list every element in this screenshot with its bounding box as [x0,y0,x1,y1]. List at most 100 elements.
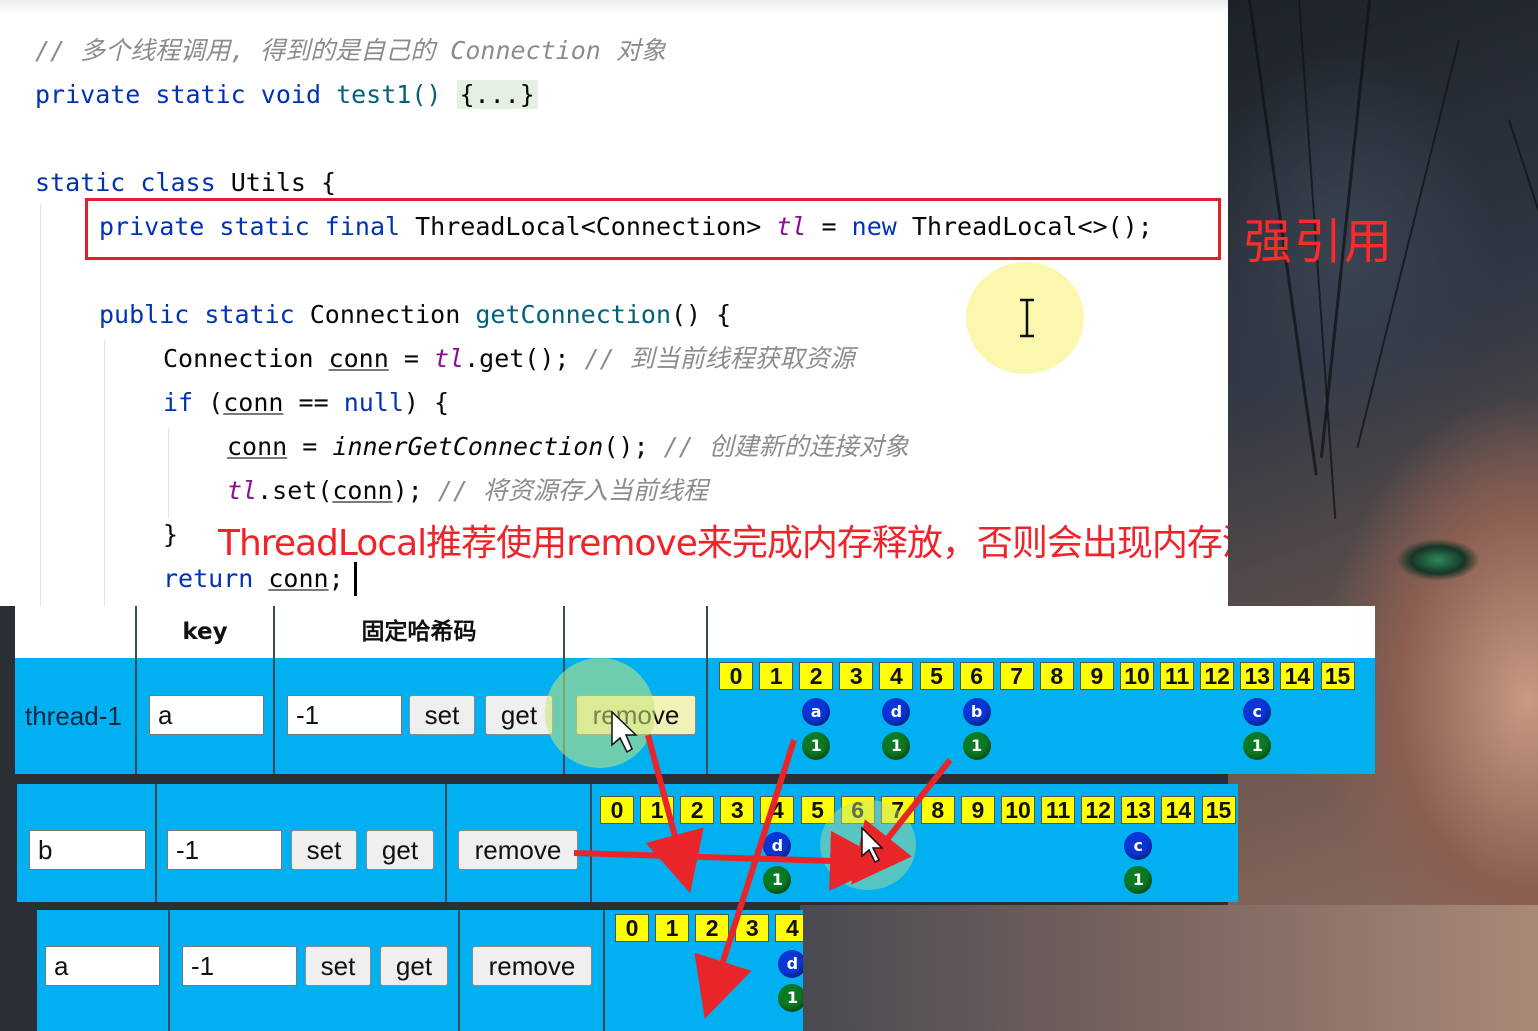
keyword: void [260,80,322,109]
code-line-test1: private static void test1() {...} [35,80,538,110]
hash-slot: 1 [640,796,675,824]
hash-slot: 15 [1201,796,1236,824]
entry-value-marker: 1 [962,732,991,760]
set-button[interactable]: set [305,946,371,986]
text-caret [354,562,357,596]
key-input[interactable]: b [29,830,146,870]
hash-slot: 14 [1161,796,1196,824]
hash-slot: 7 [999,662,1034,690]
hash-slot: 3 [735,914,770,942]
header-thread [15,606,137,658]
class-name: Utils { [230,168,337,197]
get-button[interactable]: get [380,946,448,986]
code-call: .set( [257,476,333,505]
get-button[interactable]: get [366,830,434,870]
code-line-return: return conn; [163,564,344,594]
keyword: public [99,300,190,329]
remove-button[interactable]: remove [472,946,592,986]
hash-slot: 12 [1200,662,1235,690]
code-punctuation: () { [671,300,732,329]
variable: conn [332,476,393,505]
field-name: tl [433,344,465,373]
code-punctuation: (); [603,432,649,461]
code-line-conn-get: Connection conn = tl.get(); // 到当前线程获取资源 [163,344,855,374]
comment-text: // 多个线程调用, 得到的是自己的 Connection 对象 [35,36,666,65]
hash-slot: 13 [1121,796,1156,824]
set-button[interactable]: set [409,695,475,735]
keyword: private [35,80,141,109]
thread-cell: thread-1 [15,658,137,774]
hash-slot: 9 [960,796,995,824]
key-input[interactable]: a [149,695,264,735]
hash-slot: 2 [695,914,730,942]
click-highlight [545,658,655,768]
editor-top-shade [0,0,1228,14]
code-punctuation: ) { [403,388,450,417]
entry-key-marker: c [1243,698,1272,726]
code-line-inner-get: conn = innerGetConnection(); // 创建新的连接对象 [227,432,909,462]
hash-slot: 10 [1120,662,1154,690]
code-line-comment: // 多个线程调用, 得到的是自己的 Connection 对象 [35,36,666,66]
entry-value-marker: 1 [1243,732,1272,760]
keyword: static [204,300,295,329]
hash-slot: 14 [1280,662,1315,690]
operator: = [302,432,318,461]
comment-text: // 到当前线程获取资源 [584,344,855,373]
keyword: static [155,80,246,109]
hash-slot: 8 [1039,662,1074,690]
hash-slot: 2 [799,662,834,690]
background-artwork [1228,0,1538,1031]
entry-value-marker: 1 [802,732,831,760]
hash-slot: 2 [680,796,715,824]
hash-slot: 11 [1041,796,1076,824]
indent-guide [40,204,41,606]
ibeam-cursor-icon [1020,298,1034,338]
thread-label: thread-1 [25,701,122,731]
hash-slot: 8 [920,796,955,824]
hash-slot: 4 [775,914,803,942]
hash-slot: 15 [1320,662,1355,690]
hash-slot: 6 [959,662,994,690]
hash-slot: 11 [1160,662,1195,690]
key-input[interactable]: a [45,946,160,986]
code-punctuation: ( [208,388,224,417]
demo-row-2: b -1 set get remove 0 1 2 3 4 5 6 7 8 9 10 11 12 13 14… [17,784,1238,902]
header-key: key [137,606,275,658]
keyword: return [163,564,254,593]
hash-slot: 1 [655,914,690,942]
code-call: .get(); [464,344,570,373]
variable: conn [268,564,329,593]
set-button[interactable]: set [291,830,357,870]
highlight-box [85,198,1221,260]
hash-slot: 13 [1240,662,1275,690]
entry-key-marker: c [1124,832,1153,860]
get-button[interactable]: get [485,695,553,735]
operator: = [403,344,419,373]
variable: conn [328,344,389,373]
remove-button[interactable]: remove [458,830,578,870]
hash-slot: 0 [615,914,649,942]
code-line-class: static class Utils { [35,168,336,198]
type-name: Connection [163,344,314,373]
demo-row-thread-1: thread-1 a -1 set get remove 01234567891… [15,658,1375,774]
hash-input[interactable]: -1 [182,946,297,986]
entry-key-marker: d [763,832,792,860]
hash-input[interactable]: -1 [287,695,402,735]
click-highlight [820,800,916,890]
hash-input[interactable]: -1 [167,830,282,870]
keyword: null [343,388,404,417]
hash-slot: 3 [839,662,874,690]
folded-code-block[interactable]: {...} [456,80,538,109]
code-punctuation: ; [328,564,344,593]
code-line-tl-set: tl.set(conn); // 将资源存入当前线程 [227,476,708,506]
variable: conn [227,432,288,461]
hash-slot: 4 [879,662,914,690]
entry-value-marker: 1 [1124,866,1153,894]
code-line-if: if (conn == null) { [163,388,449,418]
method-call: innerGetConnection [332,432,604,461]
keyword: static [35,168,126,197]
code-line-get-connection: public static Connection getConnection()… [99,300,731,330]
code-editor[interactable]: // 多个线程调用, 得到的是自己的 Connection 对象 private… [0,0,1228,606]
code-punctuation: ); [392,476,423,505]
entry-key-marker: d [778,950,803,978]
